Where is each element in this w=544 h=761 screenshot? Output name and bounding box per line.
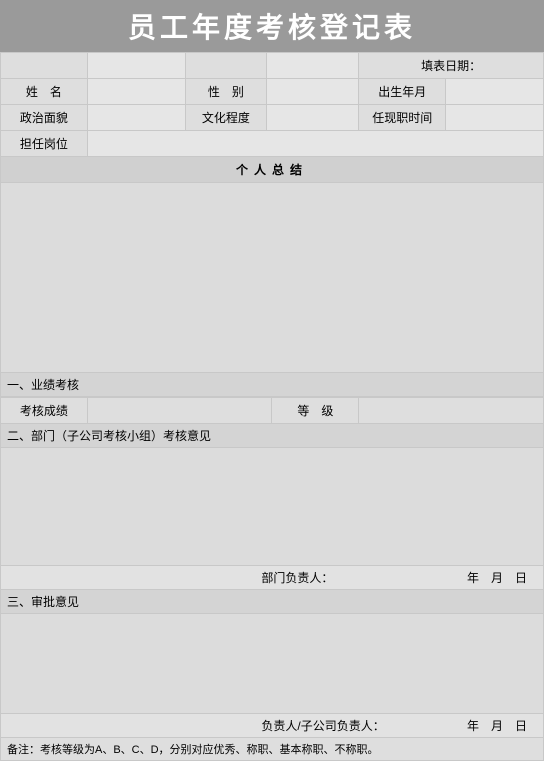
dept-signer-label: 部门负责人： [261,569,346,586]
dept-date-label: 年 月 日 [346,569,537,586]
approval-date-label: 年 月 日 [389,717,537,734]
dept-signature-row: 部门负责人： 年 月 日 [0,566,544,590]
education-value[interactable] [267,105,359,131]
score-table: 考核成绩 等 级 [0,397,544,424]
approval-signature-row: 负责人/子公司负责人： 年 月 日 [0,714,544,738]
info-table: 填表日期： 姓 名 性 别 出生年月 政治面貌 文化程度 任现职时间 担任岗位 [0,52,544,157]
tenure-value[interactable] [446,105,544,131]
education-label: 文化程度 [185,105,266,131]
section3-header: 三、审批意见 [0,590,544,614]
score-value[interactable] [87,398,272,424]
tenure-label: 任现职时间 [359,105,446,131]
gender-label: 性 别 [185,79,266,105]
approval-opinion-area[interactable] [0,614,544,714]
politics-label: 政治面貌 [1,105,88,131]
grade-value[interactable] [359,398,544,424]
fill-date-label: 填表日期： [359,53,544,79]
summary-header: 个人总结 [0,157,544,183]
page-title: 员工年度考核登记表 [0,0,544,52]
grade-label: 等 级 [272,398,359,424]
name-label: 姓 名 [1,79,88,105]
position-value[interactable] [87,131,543,157]
birth-label: 出生年月 [359,79,446,105]
position-label: 担任岗位 [1,131,88,157]
gender-value[interactable] [267,79,359,105]
politics-value[interactable] [87,105,185,131]
birth-value[interactable] [446,79,544,105]
dept-opinion-area[interactable] [0,448,544,566]
section2-header: 二、部门（子公司考核小组）考核意见 [0,424,544,448]
remark-text: 备注：考核等级为A、B、C、D，分别对应优秀、称职、基本称职、不称职。 [0,738,544,761]
section1-header: 一、业绩考核 [0,373,544,397]
name-value[interactable] [87,79,185,105]
score-label: 考核成绩 [1,398,88,424]
approval-signer-label: 负责人/子公司负责人： [261,717,388,734]
summary-area[interactable] [0,183,544,373]
